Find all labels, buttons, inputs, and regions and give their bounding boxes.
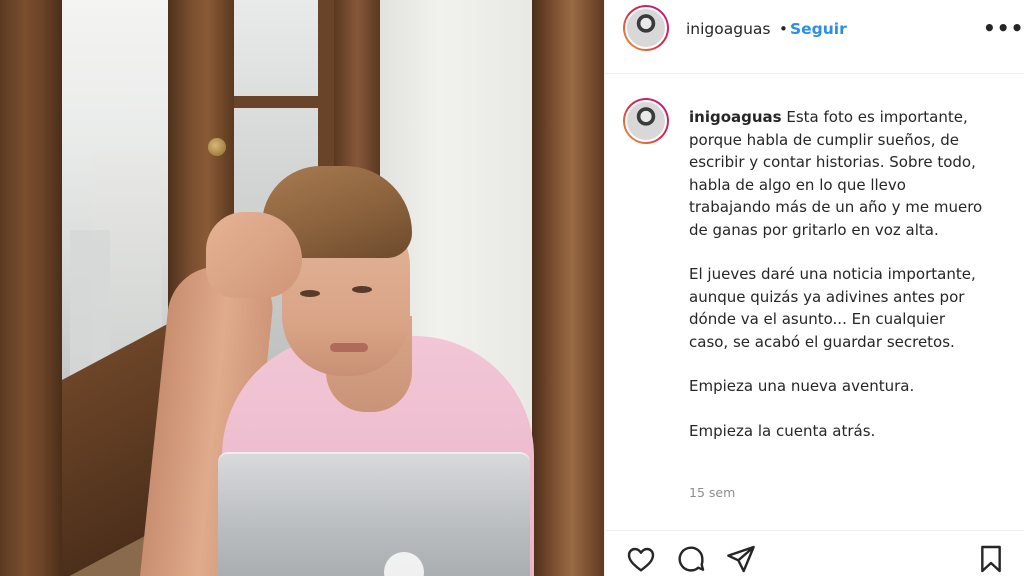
post-photo[interactable] [0,0,604,576]
post-header: inigoaguas • Seguir ••• [605,0,1024,74]
post-sidebar: inigoaguas • Seguir ••• inigoaguas Esta … [604,0,1024,576]
caption-paragraph: Esta foto es importante, porque habla de… [689,108,983,239]
avatar-image [625,7,667,49]
caption-paragraph: El jueves daré una noticia importante, a… [689,265,976,351]
window-frame [532,0,604,576]
post-timestamp[interactable]: 15 sem [689,485,735,500]
person-eye [352,286,372,293]
person-hand [206,212,302,298]
avatar[interactable] [623,98,669,144]
window-frame [0,0,62,576]
bookmark-icon[interactable] [975,543,1007,575]
header-username[interactable]: inigoaguas [686,20,771,38]
caption-paragraph: Empieza la cuenta atrás. [689,421,876,440]
follow-button[interactable]: Seguir [790,20,847,38]
more-options-icon[interactable]: ••• [983,16,1024,40]
separator-dot: • [779,20,788,38]
action-bar [605,530,1024,576]
paper-plane-icon[interactable] [725,543,757,575]
laptop [218,452,530,576]
window-knob [208,138,226,156]
caption-username[interactable]: inigoaguas [689,108,782,126]
heart-icon[interactable] [625,543,657,575]
comment-icon[interactable] [675,543,707,575]
person-mouth [330,343,368,352]
caption-text: inigoaguas Esta foto es importante, porq… [689,106,989,464]
caption-paragraph: Empieza una nueva aventura. [689,377,915,395]
person-eye [300,290,320,297]
avatar-image [625,100,667,142]
avatar[interactable] [623,5,669,51]
